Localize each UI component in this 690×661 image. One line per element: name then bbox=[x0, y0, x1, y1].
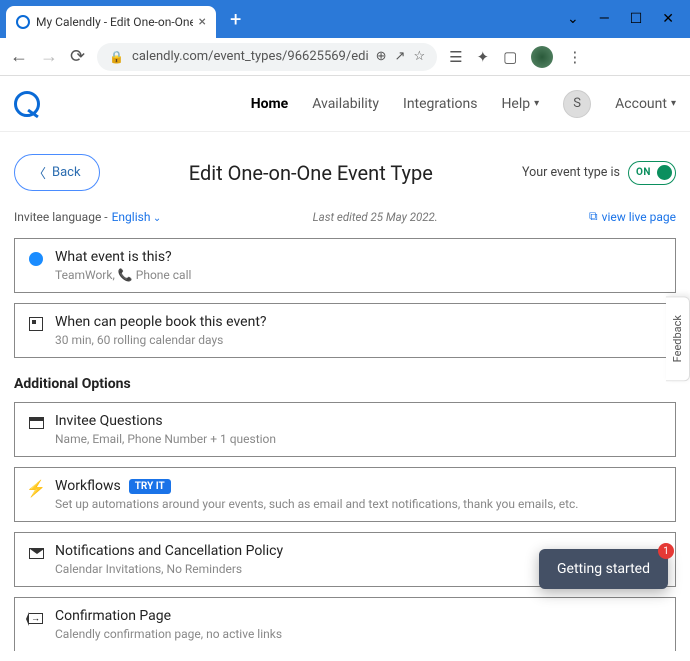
close-icon[interactable]: × bbox=[199, 14, 206, 30]
last-edited-text: Last edited 25 May 2022. bbox=[161, 210, 589, 224]
feedback-tab[interactable]: Feedback bbox=[666, 296, 690, 381]
extensions-icon[interactable]: ✦ bbox=[477, 48, 490, 66]
more-icon[interactable]: ⋮ bbox=[567, 48, 582, 66]
back-icon[interactable]: ← bbox=[10, 46, 28, 67]
new-tab-button[interactable]: + bbox=[230, 7, 241, 31]
back-button[interactable]: 〈 Back bbox=[14, 154, 100, 191]
card-subtitle: 30 min, 60 rolling calendar days bbox=[55, 333, 663, 347]
reload-icon[interactable]: ⟳ bbox=[70, 46, 85, 67]
card-when-book[interactable]: When can people book this event? 30 min,… bbox=[14, 303, 676, 358]
card-title: What event is this? bbox=[55, 249, 663, 265]
nav-home[interactable]: Home bbox=[251, 96, 288, 112]
event-type-toggle[interactable]: ON bbox=[628, 161, 676, 185]
calendar-icon bbox=[29, 317, 43, 331]
toggle-knob bbox=[657, 165, 672, 180]
chevron-down-icon[interactable]: ⌄ bbox=[567, 11, 579, 27]
redirect-icon bbox=[29, 613, 43, 624]
calendly-logo[interactable] bbox=[14, 91, 40, 117]
chevron-left-icon: 〈 bbox=[33, 163, 46, 182]
view-live-page-link[interactable]: ⧉ view live page bbox=[589, 209, 676, 224]
back-label: Back bbox=[52, 165, 81, 180]
chevron-down-icon: ▾ bbox=[671, 98, 676, 109]
additional-options-heading: Additional Options bbox=[14, 376, 676, 392]
browser-tab[interactable]: My Calendly - Edit One-on-One | × bbox=[6, 6, 216, 38]
notification-badge: 1 bbox=[658, 543, 674, 559]
card-title: When can people book this event? bbox=[55, 314, 663, 330]
external-link-icon: ⧉ bbox=[589, 209, 598, 224]
sidepanel-icon[interactable]: ▢ bbox=[503, 48, 517, 66]
toggle-state-label: ON bbox=[636, 167, 651, 178]
forward-icon[interactable]: → bbox=[40, 46, 58, 67]
card-title: Invitee Questions bbox=[55, 413, 663, 429]
star-icon[interactable]: ☆ bbox=[413, 49, 425, 64]
lock-icon: 🔒 bbox=[109, 50, 124, 64]
share-icon[interactable]: ↗ bbox=[395, 49, 406, 64]
address-bar[interactable]: 🔒 calendly.com/event_types/96625569/edit… bbox=[97, 43, 437, 71]
card-confirmation-page[interactable]: Confirmation Page Calendly confirmation … bbox=[14, 597, 676, 651]
phone-icon: 📞 bbox=[118, 268, 133, 282]
close-window-icon[interactable]: ✕ bbox=[662, 11, 674, 27]
maximize-icon[interactable]: ☐ bbox=[630, 11, 643, 27]
card-subtitle: Calendly confirmation page, no active li… bbox=[55, 627, 663, 641]
nav-integrations[interactable]: Integrations bbox=[403, 96, 477, 112]
browser-tab-bar: My Calendly - Edit One-on-One | × + ⌄ — … bbox=[0, 0, 690, 38]
devtools-icon[interactable]: ☰ bbox=[449, 48, 462, 66]
toggle-prefix-text: Your event type is bbox=[522, 165, 620, 180]
card-title: Workflows bbox=[55, 478, 121, 494]
workflow-icon: ⚡ bbox=[26, 479, 46, 498]
nav-help[interactable]: Help▾ bbox=[501, 96, 539, 112]
dot-icon bbox=[29, 252, 43, 266]
chevron-down-icon: ▾ bbox=[534, 98, 539, 109]
try-it-badge: TRY IT bbox=[129, 479, 171, 494]
tab-title: My Calendly - Edit One-on-One | bbox=[36, 15, 193, 29]
getting-started-button[interactable]: Getting started 1 bbox=[539, 549, 668, 589]
page-title: Edit One-on-One Event Type bbox=[100, 161, 522, 185]
profile-avatar-icon[interactable] bbox=[531, 46, 553, 68]
card-workflows[interactable]: ⚡ Workflows TRY IT Set up automations ar… bbox=[14, 467, 676, 522]
window-controls: ⌄ — ☐ ✕ bbox=[567, 11, 684, 27]
card-subtitle: Name, Email, Phone Number + 1 question bbox=[55, 432, 663, 446]
chevron-down-icon: ⌄ bbox=[150, 213, 161, 224]
card-what-event[interactable]: What event is this? TeamWork, 📞 Phone ca… bbox=[14, 238, 676, 293]
zoom-icon[interactable]: ⊕ bbox=[376, 49, 387, 64]
card-subtitle: TeamWork, 📞 Phone call bbox=[55, 268, 663, 282]
card-invitee-questions[interactable]: Invitee Questions Name, Email, Phone Num… bbox=[14, 402, 676, 457]
nav-availability[interactable]: Availability bbox=[312, 96, 379, 112]
card-subtitle: Set up automations around your events, s… bbox=[55, 497, 663, 511]
card-title: Confirmation Page bbox=[55, 608, 663, 624]
tab-favicon bbox=[16, 15, 30, 29]
url-text: calendly.com/event_types/96625569/edit?r… bbox=[132, 49, 368, 64]
invitee-language-label: Invitee language - bbox=[14, 210, 108, 224]
nav-account[interactable]: Account▾ bbox=[615, 96, 676, 112]
browser-toolbar: ← → ⟳ 🔒 calendly.com/event_types/9662556… bbox=[0, 38, 690, 76]
form-icon bbox=[29, 417, 44, 429]
minimize-icon[interactable]: — bbox=[599, 11, 610, 27]
invitee-language-select[interactable]: English ⌄ bbox=[112, 210, 162, 224]
mail-icon bbox=[29, 548, 44, 559]
app-header: Home Availability Integrations Help▾ S A… bbox=[0, 76, 690, 132]
user-avatar[interactable]: S bbox=[563, 90, 591, 118]
